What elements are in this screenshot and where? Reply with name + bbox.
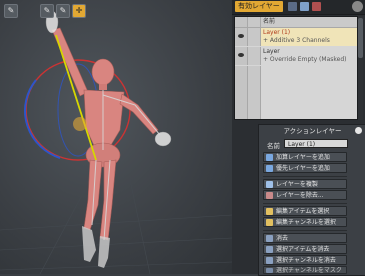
clear-selected-channels-button[interactable]: 選択チャンネルを消去 [263, 255, 347, 265]
layers-header: 有効レイヤー [232, 0, 365, 15]
panel-menu-icon[interactable] [355, 127, 362, 134]
layer-view-icon-1[interactable] [288, 2, 297, 11]
add-override-layer-button[interactable]: 優先レイヤーを追加 [263, 163, 347, 173]
remove-icon [266, 192, 273, 199]
eye-icon [238, 34, 244, 38]
visibility-column-header [235, 17, 248, 27]
panel-menu-icon[interactable] [352, 1, 363, 12]
mannequin-figure[interactable] [45, 10, 172, 268]
layer-name: Layer [263, 48, 280, 55]
lock-column [248, 66, 261, 119]
remove-layer-button[interactable]: レイヤーを除去... [263, 190, 347, 200]
floor-grid [0, 179, 232, 274]
select-edit-channels-button[interactable]: 編集チャンネルを選択 [263, 217, 347, 227]
mask-selected-channels-button[interactable]: 選択チャンネルをマスク [263, 266, 347, 274]
button-label: 選択チャンネルを消去 [276, 257, 336, 264]
viewport-tool-button-3[interactable]: ✎ [56, 4, 70, 18]
button-label: 優先レイヤーを追加 [276, 165, 330, 172]
3d-viewport[interactable]: ✎ ✎ ✎ ✛ [0, 0, 232, 274]
layers-scrollbar[interactable] [358, 16, 363, 120]
layer-view-icon-2[interactable] [300, 2, 309, 11]
viewport-tool-button-1[interactable]: ✎ [4, 4, 18, 18]
viewport-scene[interactable] [0, 0, 232, 274]
eye-icon [238, 53, 244, 57]
panel-title: アクションレイヤー [283, 127, 342, 135]
layer-detail: + Override Empty (Masked) [263, 56, 347, 63]
layer-row[interactable]: Layer + Override Empty (Masked) [235, 47, 357, 65]
duplicate-layer-button[interactable]: レイヤーを複製 [263, 179, 347, 189]
scrollbar-thumb[interactable] [358, 18, 363, 58]
select-icon [266, 219, 273, 226]
button-label: 消去 [276, 235, 289, 242]
layer-row[interactable]: Layer (1) + Additive 3 Channels [235, 28, 357, 46]
clear-icon [266, 235, 273, 242]
lock-column-header [248, 17, 261, 27]
select-edit-items-button[interactable]: 編集アイテムを選択 [263, 206, 347, 216]
clear-icon [266, 246, 273, 253]
divider [263, 176, 347, 177]
select-icon [266, 208, 273, 215]
viewport-tool-button-4[interactable]: ✛ [72, 4, 86, 18]
divider [263, 203, 347, 204]
layer-view-icon-3[interactable] [312, 2, 321, 11]
button-label: 編集アイテムを選択 [276, 208, 330, 215]
button-label: 選択アイテムを消去 [276, 246, 330, 253]
button-label: レイヤーを複製 [276, 181, 318, 188]
mask-icon [266, 268, 273, 273]
visibility-toggle[interactable] [235, 47, 248, 65]
button-label: 編集チャンネルを選択 [276, 219, 336, 226]
layer-name-field[interactable]: Layer (1) [284, 139, 348, 148]
duplicate-icon [266, 181, 273, 188]
layer-add-icon [266, 154, 273, 161]
layers-list[interactable]: 名前 Layer (1) + Additive 3 Channels Layer… [234, 16, 358, 120]
layer-add-icon [266, 165, 273, 172]
add-additive-layer-button[interactable]: 加算レイヤーを追加 [263, 152, 347, 162]
tab-active-layers[interactable]: 有効レイヤー [235, 1, 283, 12]
layers-column-header: 名前 [235, 17, 357, 28]
visibility-column [235, 66, 248, 119]
visibility-toggle[interactable] [235, 28, 248, 46]
pivot-handle[interactable] [73, 117, 87, 131]
button-label: 選択チャンネルをマスク [276, 267, 342, 274]
lock-toggle[interactable] [248, 47, 261, 65]
layers-empty-area [235, 66, 357, 119]
clear-selected-items-button[interactable]: 選択アイテムを消去 [263, 244, 347, 254]
clear-button[interactable]: 消去 [263, 233, 347, 243]
lock-toggle[interactable] [248, 28, 261, 46]
name-label: 名前 [267, 142, 280, 150]
layer-detail: + Additive 3 Channels [263, 37, 330, 44]
clear-icon [266, 257, 273, 264]
name-column-header: 名前 [263, 18, 276, 25]
divider [263, 230, 347, 231]
button-label: レイヤーを除去... [276, 192, 324, 199]
action-layer-panel: アクションレイヤー 名前 Layer (1) 加算レイヤーを追加 優先レイヤーを… [258, 124, 365, 276]
viewport-tool-button-2[interactable]: ✎ [40, 4, 54, 18]
button-label: 加算レイヤーを追加 [276, 154, 330, 161]
layer-name: Layer (1) [263, 29, 291, 36]
